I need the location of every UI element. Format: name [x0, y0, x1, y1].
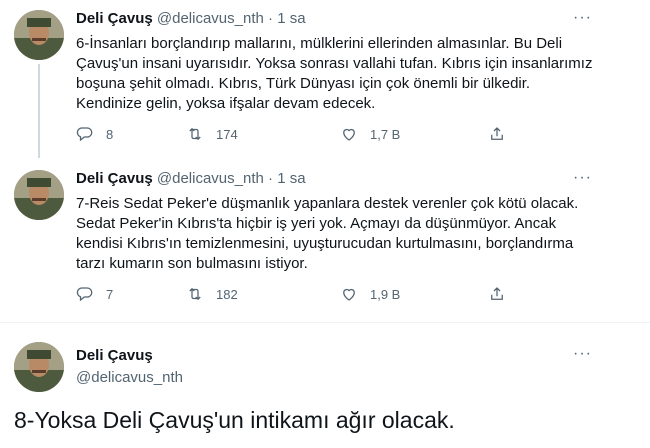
- retweet-icon: [189, 287, 201, 301]
- dot-separator: ·: [268, 170, 274, 187]
- more-icon[interactable]: ···: [573, 9, 592, 27]
- tweet-header: Deli Çavuş @delicavus_nth · 1 sa: [76, 10, 306, 27]
- reply-button[interactable]: 7: [76, 284, 113, 304]
- tweet-1[interactable]: Deli Çavuş @delicavus_nth · 1 sa ··· 6-İ…: [0, 0, 650, 158]
- like-count: 1,7 B: [370, 126, 401, 142]
- timestamp[interactable]: 1 sa: [277, 170, 305, 187]
- author-handle[interactable]: @delicavus_nth: [76, 369, 183, 386]
- author-handle[interactable]: @delicavus_nth: [157, 10, 264, 27]
- tweet-actions: 8 174 1,7 B: [76, 124, 516, 144]
- timestamp[interactable]: 1 sa: [277, 10, 305, 27]
- retweet-count: 182: [216, 286, 238, 302]
- reply-count: 8: [106, 126, 114, 142]
- like-icon: [343, 128, 355, 141]
- like-count: 1,9 B: [370, 286, 401, 302]
- reply-icon: [76, 127, 93, 142]
- tweet-2[interactable]: Deli Çavuş @delicavus_nth · 1 sa ··· 7-R…: [0, 160, 650, 318]
- reply-icon: [76, 287, 93, 302]
- tweet-text: 8-Yoksa Deli Çavuş'un intikamı ağır olac…: [14, 407, 455, 433]
- tweet-text: 6-İnsanları borçlandırıp mallarını, mülk…: [76, 35, 593, 112]
- more-icon[interactable]: ···: [573, 345, 592, 363]
- avatar[interactable]: [14, 10, 64, 60]
- more-icon[interactable]: ···: [573, 169, 592, 187]
- retweet-count: 174: [216, 126, 238, 142]
- author-handle[interactable]: @delicavus_nth: [157, 170, 264, 187]
- reply-button[interactable]: 8: [76, 124, 113, 144]
- retweet-button[interactable]: 182: [186, 284, 238, 304]
- thread-line: [38, 64, 40, 158]
- tweet-header: Deli Çavuş @delicavus_nth · 1 sa: [76, 170, 306, 187]
- like-button[interactable]: 1,7 B: [340, 124, 400, 144]
- avatar[interactable]: [14, 342, 64, 392]
- share-button[interactable]: [488, 124, 506, 144]
- share-icon: [491, 287, 503, 300]
- author-name[interactable]: Deli Çavuş: [76, 347, 153, 364]
- dot-separator: ·: [268, 10, 274, 27]
- focused-tweet[interactable]: Deli Çavuş @delicavus_nth ··· 8-Yoksa De…: [0, 336, 650, 448]
- divider: [0, 322, 650, 323]
- reply-count: 7: [106, 286, 114, 302]
- share-icon: [491, 127, 503, 140]
- author-name[interactable]: Deli Çavuş: [76, 170, 153, 187]
- retweet-button[interactable]: 174: [186, 124, 238, 144]
- avatar[interactable]: [14, 170, 64, 220]
- share-button[interactable]: [488, 284, 506, 304]
- retweet-icon: [189, 127, 201, 141]
- like-icon: [343, 288, 355, 301]
- tweet-actions: 7 182 1,9 B: [76, 284, 516, 304]
- like-button[interactable]: 1,9 B: [340, 284, 400, 304]
- author-name[interactable]: Deli Çavuş: [76, 10, 153, 27]
- tweet-text: 7-Reis Sedat Peker'e düşmanlık yapanlara…: [76, 195, 579, 272]
